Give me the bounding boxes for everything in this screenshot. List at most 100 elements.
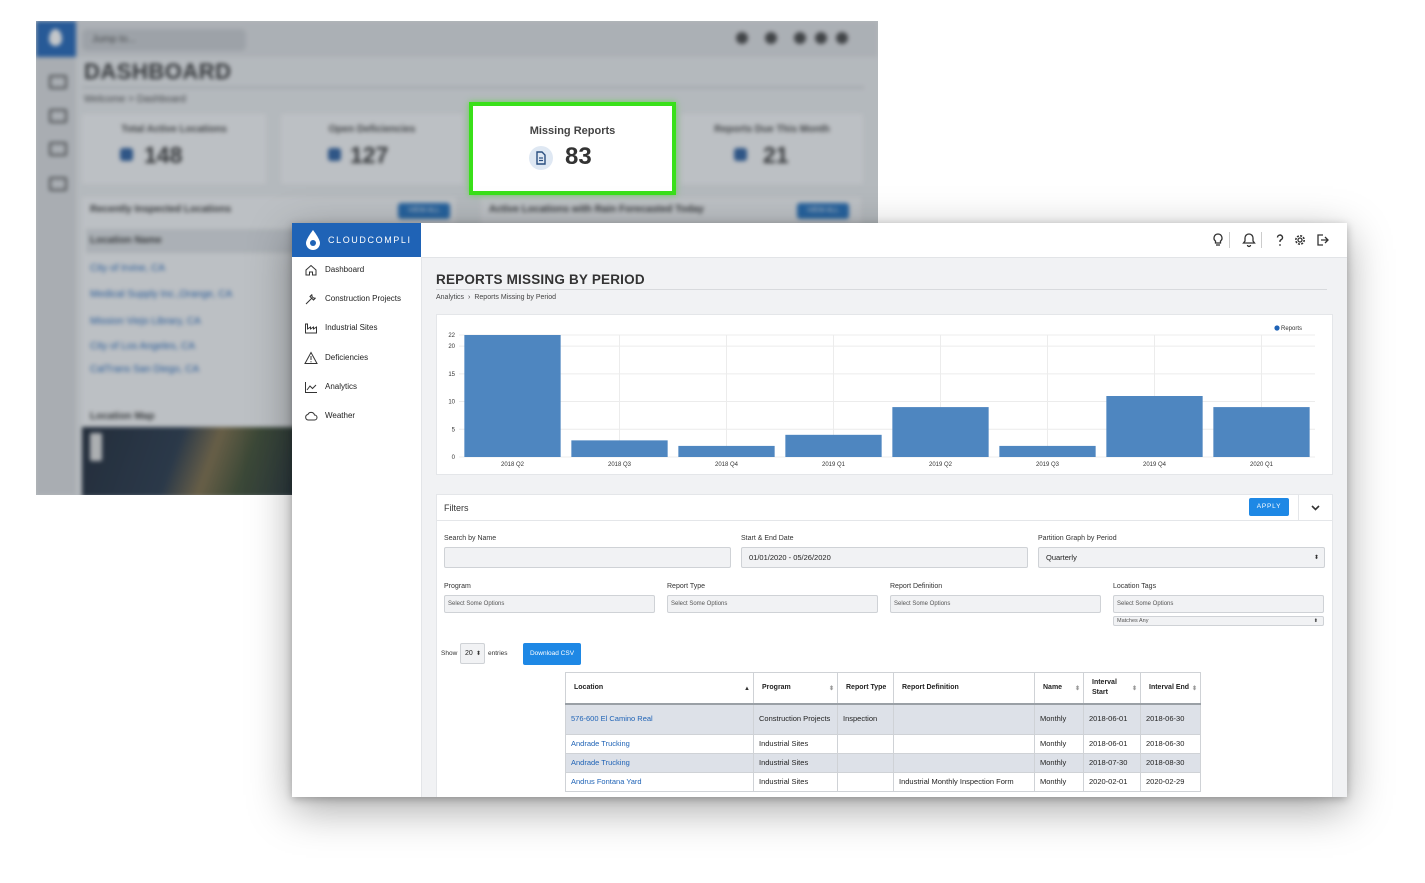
sidebar-item-label: Construction Projects: [325, 294, 402, 303]
sidebar-item-analytics[interactable]: Analytics: [292, 376, 421, 400]
sidebar-item-weather[interactable]: Weather: [292, 405, 421, 429]
drop-icon: [49, 29, 62, 46]
filters-panel: Filters APPLY Search by Name Start & End…: [436, 494, 1333, 797]
column-header-label: Location: [574, 683, 604, 691]
logout-icon: [836, 32, 848, 44]
tag-match-select[interactable]: Matches Any ⬍: [1113, 616, 1324, 626]
search-by-name-label: Search by Name: [444, 535, 497, 542]
date-range-input[interactable]: 01/01/2020 - 05/26/2020: [741, 547, 1028, 568]
filters-title: Filters: [444, 503, 469, 513]
page-title: REPORTS MISSING BY PERIOD: [436, 272, 645, 287]
x-tick-label: 2018 Q3: [608, 462, 632, 468]
x-tick-label: 2020 Q1: [1250, 462, 1274, 468]
report-definition-select[interactable]: Select Some Options: [890, 595, 1101, 613]
location-link[interactable]: 576-600 El Camino Real: [565, 703, 754, 735]
interval-start-cell: 2018-07-30: [1083, 753, 1141, 773]
chart-bar: [464, 335, 561, 457]
reports-bar-chart: 0 5 10 15 20 22 2018 Q2 2018 Q3 2018 Q4 2019 Q1 20…: [448, 325, 1315, 468]
sidebar-item-label: Deficiencies: [325, 353, 369, 362]
gear-icon[interactable]: [1292, 232, 1308, 248]
legend-label: Reports: [1281, 326, 1302, 332]
column-header-label: Name: [1043, 683, 1063, 691]
interval-start-cell: 2018-06-01: [1083, 734, 1141, 754]
bg-breadcrumb: Welcome > Dashboard: [84, 94, 186, 105]
bg-search-input: Jump to...: [82, 29, 246, 51]
location-link[interactable]: Andrade Trucking: [565, 753, 754, 773]
entries-select[interactable]: 20 ⬍: [460, 643, 485, 664]
location-tags-select[interactable]: Select Some Options: [1113, 595, 1324, 613]
report-type-select[interactable]: Select Some Options: [667, 595, 878, 613]
x-tick-label: 2019 Q2: [929, 462, 953, 468]
location-link[interactable]: Andrus Fontana Yard: [565, 772, 754, 792]
logout-icon[interactable]: [1314, 232, 1330, 248]
bg-page-title: DASHBOARD: [84, 59, 232, 84]
sidebar-item-construction-projects[interactable]: Construction Projects: [292, 288, 421, 312]
date-range-label: Start & End Date: [741, 535, 794, 542]
bg-sidebar: [36, 21, 76, 495]
search-by-name-input[interactable]: [444, 547, 731, 568]
report-definition-cell: [893, 703, 1035, 735]
entries-select-value: 20: [465, 650, 473, 657]
x-tick-label: 2019 Q4: [1143, 462, 1167, 468]
collapse-filters-button[interactable]: [1298, 495, 1332, 520]
y-tick-label: 15: [448, 372, 455, 378]
sidebar-item-label: Dashboard: [325, 265, 365, 274]
bg-card-label: Open Deficiencies: [328, 124, 416, 135]
reports-chart-card: 0 5 10 15 20 22 2018 Q2 2018 Q3 2018 Q4 2019 Q1 20…: [436, 314, 1333, 475]
select-arrows-icon: ⬍: [475, 650, 481, 657]
sort-icon: ⬍: [828, 686, 834, 692]
download-csv-button[interactable]: Download CSV: [523, 643, 581, 665]
main-content: REPORTS MISSING BY PERIOD Analytics › Repo…: [428, 257, 1335, 797]
missing-reports-card[interactable]: Missing Reports 83: [469, 102, 676, 195]
x-tick-label: 2019 Q1: [822, 462, 846, 468]
wrench-icon: [305, 294, 316, 305]
interval-end-cell: 2018-08-30: [1140, 753, 1201, 773]
column-header-program[interactable]: Program ⬍: [753, 672, 838, 705]
bell-icon[interactable]: [1241, 232, 1257, 248]
bg-location-row: City of Irvine, CA: [90, 263, 166, 274]
bg-divider: [82, 87, 864, 88]
report-type-cell: Inspection: [837, 703, 894, 735]
column-header-interval-end[interactable]: Interval End ⬍: [1140, 672, 1201, 705]
location-arrow-icon: [120, 148, 133, 161]
sidebar-item-dashboard[interactable]: Dashboard: [292, 259, 421, 283]
column-header-label: Report Type: [846, 683, 887, 691]
location-link[interactable]: Andrade Trucking: [565, 734, 754, 754]
cloudcompli-logo-icon: [306, 230, 320, 250]
bg-card-label: Total Active Locations: [121, 124, 227, 135]
sidebar-item-industrial-sites[interactable]: Industrial Sites: [292, 317, 421, 341]
bell-icon: [765, 32, 777, 44]
chart-bar: [892, 407, 989, 457]
sidebar: Dashboard Construction Projects Industri…: [292, 257, 422, 797]
partition-select[interactable]: Quarterly ⬍: [1038, 547, 1325, 568]
sort-asc-icon: ▲: [744, 686, 750, 692]
column-header-report-type[interactable]: Report Type: [837, 672, 894, 705]
lightbulb-icon: [736, 32, 748, 44]
interval-start-cell: 2020-02-01: [1083, 772, 1141, 792]
program-label: Program: [444, 583, 471, 590]
column-header-interval-start[interactable]: Interval Start ⬍: [1083, 672, 1141, 705]
help-icon: [794, 32, 806, 44]
sidebar-item-deficiencies[interactable]: Deficiencies: [292, 347, 421, 371]
interval-end-cell: 2018-06-30: [1140, 703, 1201, 735]
missing-reports-table: Location ▲ Program ⬍ Report Type Report De…: [565, 672, 1201, 792]
breadcrumb-item-current: Reports Missing by Period: [474, 294, 557, 301]
column-header-location[interactable]: Location ▲: [565, 672, 754, 705]
breadcrumb-item-analytics[interactable]: Analytics: [436, 294, 464, 301]
apply-button[interactable]: APPLY: [1249, 498, 1289, 516]
program-select[interactable]: Select Some Options: [444, 595, 655, 613]
column-header-name[interactable]: Name ⬍: [1034, 672, 1084, 705]
report-type-label: Report Type: [667, 583, 706, 590]
help-icon[interactable]: [1272, 232, 1288, 248]
name-cell: Monthly: [1034, 734, 1084, 754]
chart-bar: [1106, 396, 1203, 457]
bg-map-title: Location Map: [90, 411, 155, 422]
column-header-report-definition[interactable]: Report Definition: [893, 672, 1035, 705]
program-cell: Industrial Sites: [753, 734, 838, 754]
select-arrows-icon: ⬍: [1313, 554, 1319, 561]
lightbulb-icon[interactable]: [1210, 232, 1226, 248]
bg-location-row: CalTrans San Diego, CA: [90, 364, 200, 375]
top-bar-divider: [1229, 232, 1230, 248]
bg-view-all-button: VIEW ALL: [398, 203, 450, 219]
sort-icon: ⬍: [1074, 686, 1080, 692]
